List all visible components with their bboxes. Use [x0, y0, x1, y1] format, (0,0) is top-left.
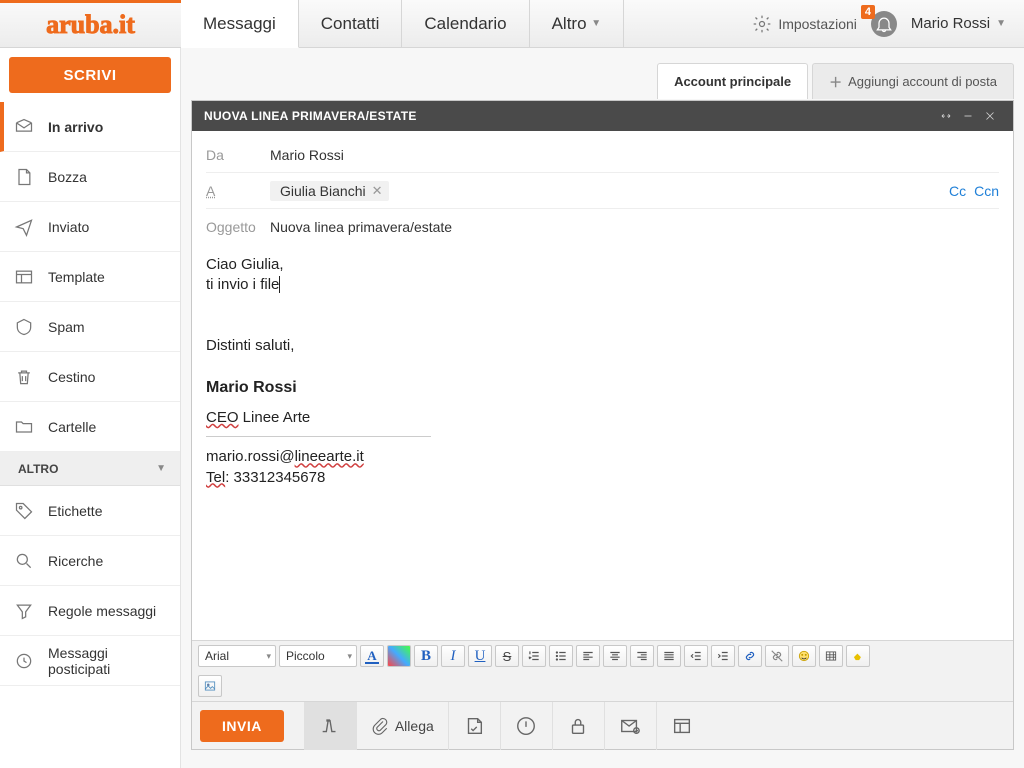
tab-calendario[interactable]: Calendario — [402, 0, 529, 47]
folder-template[interactable]: Template — [0, 252, 180, 302]
user-menu[interactable]: Mario Rossi ▼ — [911, 15, 1006, 32]
plus-icon: ＋ — [829, 72, 842, 91]
indent-button[interactable] — [711, 645, 735, 667]
bullet-list-button[interactable] — [549, 645, 573, 667]
font-size-select[interactable]: Piccolo — [279, 645, 357, 667]
align-center-button[interactable] — [603, 645, 627, 667]
highlight-color-button[interactable] — [387, 645, 411, 667]
to-label[interactable]: A — [206, 183, 258, 199]
priority-button[interactable] — [500, 702, 552, 750]
funnel-icon — [14, 601, 34, 621]
format-toolbar: Arial Piccolo A B I U S — [192, 640, 1013, 701]
sidebar-etichette[interactable]: Etichette — [0, 486, 180, 536]
send-button[interactable]: INVIA — [200, 710, 284, 742]
draft-icon — [14, 167, 34, 187]
folder-trash[interactable]: Cestino — [0, 352, 180, 402]
subject-label: Oggetto — [206, 219, 258, 235]
from-label: Da — [206, 147, 258, 163]
folder-spam[interactable]: Spam — [0, 302, 180, 352]
strikethrough-button[interactable]: S — [495, 645, 519, 667]
sent-icon — [14, 217, 34, 237]
account-tab-primary[interactable]: Account principale — [657, 63, 808, 99]
remove-recipient-icon[interactable]: ✕ — [372, 183, 383, 199]
chevron-down-icon: ▼ — [156, 463, 166, 474]
close-button[interactable] — [979, 105, 1001, 127]
folder-cartelle[interactable]: Cartelle — [0, 402, 180, 452]
align-justify-button[interactable] — [657, 645, 681, 667]
inbox-icon — [14, 117, 34, 137]
numbered-list-button[interactable] — [522, 645, 546, 667]
notifications-button[interactable]: 4 — [871, 11, 897, 37]
folder-sent[interactable]: Inviato — [0, 202, 180, 252]
spam-icon — [14, 317, 34, 337]
subject-value[interactable]: Nuova linea primavera/estate — [270, 219, 452, 235]
unlink-button[interactable] — [765, 645, 789, 667]
italic-button[interactable]: I — [441, 645, 465, 667]
align-right-button[interactable] — [630, 645, 654, 667]
signature-button[interactable] — [448, 702, 500, 750]
font-family-select[interactable]: Arial — [198, 645, 276, 667]
notification-count: 4 — [861, 5, 875, 19]
account-tab-add[interactable]: ＋Aggiungi account di posta — [812, 63, 1014, 99]
sidebar-ricerche[interactable]: Ricerche — [0, 536, 180, 586]
link-button[interactable] — [738, 645, 762, 667]
clear-format-button[interactable] — [846, 645, 870, 667]
ccn-link[interactable]: Ccn — [974, 183, 999, 199]
brand-logo: aruba.it — [0, 0, 181, 47]
tab-messaggi[interactable]: Messaggi — [181, 0, 299, 48]
cc-link[interactable]: Cc — [949, 183, 966, 199]
sidebar-regole[interactable]: Regole messaggi — [0, 586, 180, 636]
folder-draft[interactable]: Bozza — [0, 152, 180, 202]
tab-altro[interactable]: Altro ▼ — [530, 0, 625, 47]
attach-button[interactable]: Allega — [356, 702, 448, 750]
tag-icon — [14, 501, 34, 521]
recipient-chip[interactable]: Giulia Bianchi ✕ — [270, 181, 389, 201]
outdent-button[interactable] — [684, 645, 708, 667]
sidebar-posticipati[interactable]: Messaggi posticipati — [0, 636, 180, 686]
compose-title: NUOVA LINEA PRIMAVERA/ESTATE — [204, 109, 417, 123]
minimize-button[interactable] — [957, 105, 979, 127]
message-body[interactable]: Ciao Giulia, ti invio i file Distinti sa… — [192, 245, 1013, 640]
receipt-button[interactable] — [604, 702, 656, 750]
emoji-button[interactable] — [792, 645, 816, 667]
tab-contatti[interactable]: Contatti — [299, 0, 403, 47]
search-icon — [14, 551, 34, 571]
chevron-down-icon: ▼ — [996, 18, 1006, 29]
insert-image-button[interactable] — [198, 675, 222, 697]
underline-button[interactable]: U — [468, 645, 492, 667]
encrypt-button[interactable] — [552, 702, 604, 750]
from-value: Mario Rossi — [270, 147, 344, 163]
settings-label: Impostazioni — [778, 16, 857, 32]
sidebar-section-altro[interactable]: ALTRO▼ — [0, 452, 180, 486]
trash-icon — [14, 367, 34, 387]
popout-button[interactable] — [935, 105, 957, 127]
folder-label: In arrivo — [48, 119, 103, 135]
folder-icon — [14, 417, 34, 437]
compose-button[interactable]: SCRIVI — [9, 57, 171, 93]
settings-link[interactable]: Impostazioni — [752, 14, 857, 34]
gear-icon — [752, 14, 772, 34]
font-color-button[interactable]: A — [360, 645, 384, 667]
template-insert-button[interactable] — [656, 702, 708, 750]
align-left-button[interactable] — [576, 645, 600, 667]
folder-inbox[interactable]: In arrivo — [0, 102, 180, 152]
user-name: Mario Rossi — [911, 15, 990, 32]
table-button[interactable] — [819, 645, 843, 667]
formatting-toggle[interactable] — [304, 702, 356, 750]
clock-icon — [14, 651, 34, 671]
bold-button[interactable]: B — [414, 645, 438, 667]
template-icon — [14, 267, 34, 287]
